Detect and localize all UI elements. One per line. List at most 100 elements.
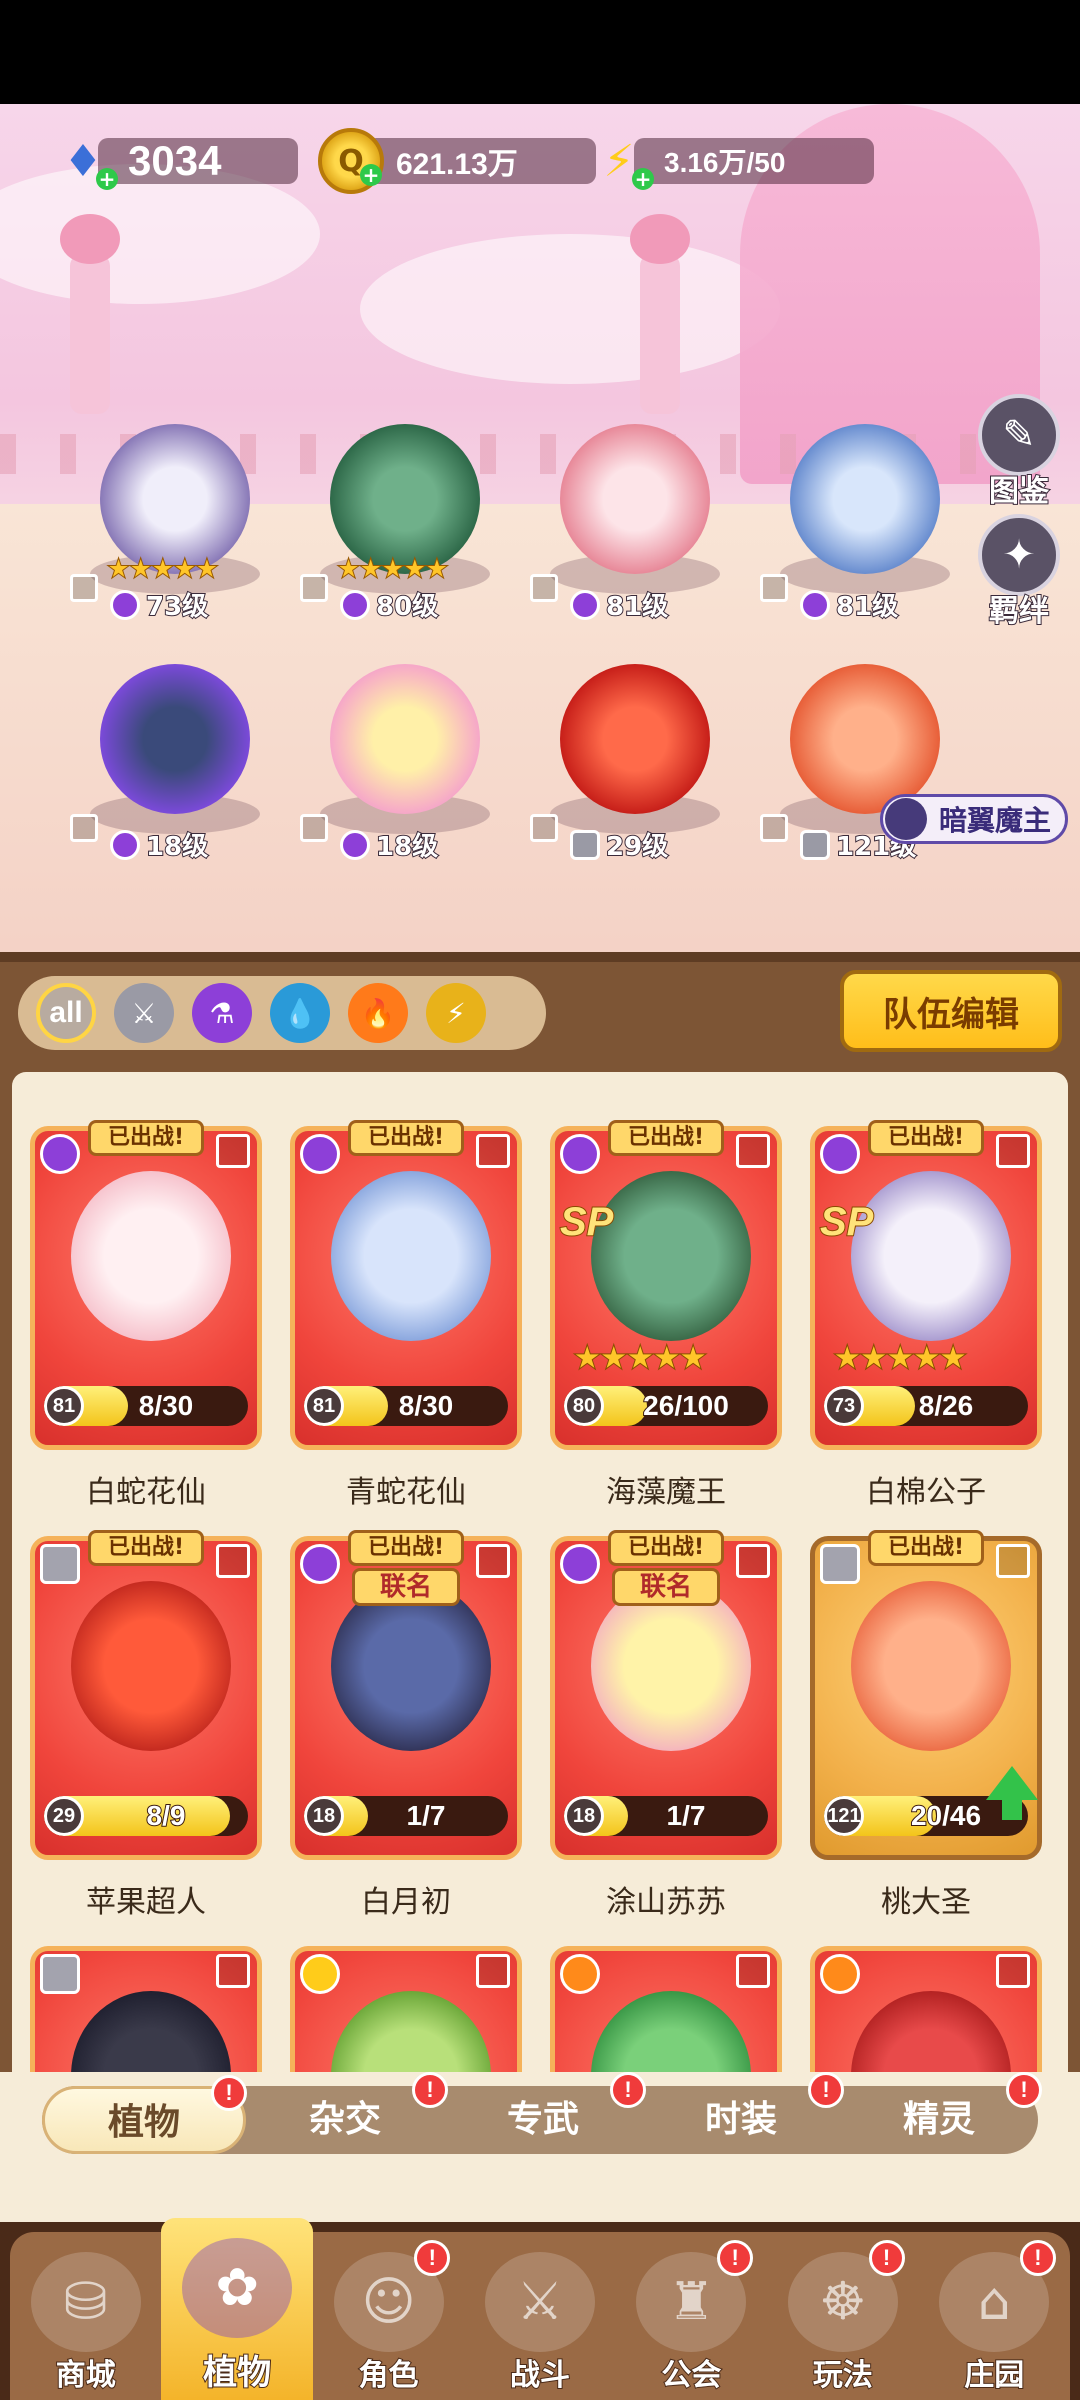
- bond-button[interactable]: ✦ 羁绊: [974, 514, 1064, 630]
- formation-slot[interactable]: 81级: [760, 424, 970, 624]
- flask-icon: [570, 589, 600, 620]
- unit-level: 18级: [110, 826, 209, 863]
- unit-level: 73级: [110, 586, 209, 623]
- plant-card[interactable]: 已出战! 29 8/9: [30, 1530, 262, 1860]
- nav-gameplay[interactable]: ☸ 玩法 !: [767, 2232, 918, 2400]
- star-rating: ★★★★★: [571, 1338, 708, 1379]
- unit-portrait: [790, 424, 940, 574]
- unit-level: 18级: [340, 826, 439, 863]
- plant-card[interactable]: 已出战! 联名 18 1/7: [550, 1530, 782, 1860]
- unit-portrait: [790, 664, 940, 814]
- filter-water-icon[interactable]: 💧: [270, 983, 330, 1043]
- shard-progress: 80 26/100: [564, 1386, 768, 1426]
- filter-all[interactable]: all: [36, 983, 96, 1043]
- grid-icon: [760, 814, 788, 842]
- card-portrait: [851, 1171, 1011, 1341]
- plant-card[interactable]: 已出战! SP ★★★★★ 73 8/26: [810, 1120, 1042, 1450]
- formation-slot[interactable]: 18级: [300, 664, 510, 864]
- plus-icon[interactable]: +: [632, 168, 654, 190]
- tab-plants[interactable]: 植物!: [42, 2075, 247, 2154]
- grid-icon: [300, 814, 328, 842]
- energy-resource[interactable]: ⚡ + 3.16万/50: [586, 132, 874, 190]
- plant-card[interactable]: 已出战! 121 20/46: [810, 1530, 1042, 1860]
- boss-tag[interactable]: 暗翼魔主: [879, 794, 1068, 844]
- card-portrait: [591, 1171, 751, 1341]
- plus-icon[interactable]: +: [360, 164, 382, 186]
- tab-costume[interactable]: 时装!: [642, 2072, 844, 2154]
- flask-icon: [820, 1134, 860, 1174]
- plant-card[interactable]: [290, 1940, 522, 2072]
- deployed-tag: 已出战!: [608, 1120, 724, 1156]
- deployed-tag: 已出战!: [608, 1530, 724, 1566]
- plant-card[interactable]: [550, 1940, 782, 2072]
- shard-progress: 121 20/46: [824, 1796, 1028, 1836]
- tab-hybrid[interactable]: 杂交!: [246, 2072, 448, 2154]
- star-icon: ✦: [978, 514, 1060, 596]
- team-edit-button[interactable]: 队伍编辑: [840, 970, 1062, 1052]
- slot-icon: [476, 1134, 510, 1168]
- shard-progress: 81 8/30: [44, 1386, 248, 1426]
- slot-icon: [736, 1954, 770, 1988]
- shard-progress: 81 8/30: [304, 1386, 508, 1426]
- deployed-tag: 已出战!: [88, 1530, 204, 1566]
- grid-icon: [70, 814, 98, 842]
- bottom-navigation: ⛁ 商城 ✿ 植物 ☺ 角色 ! ⚔ 战斗 ♜ 公会 ! ☸ 玩法 ! ⌂ 庄园: [0, 2218, 1080, 2400]
- book-icon: ✎: [978, 394, 1060, 476]
- alert-badge: !: [1019, 2240, 1056, 2276]
- slot-icon: [216, 1544, 250, 1578]
- filter-lightning-icon[interactable]: ⚡: [426, 983, 486, 1043]
- card-name: 海藻魔王: [606, 1475, 726, 1510]
- nav-plants[interactable]: ✿ 植物: [161, 2218, 313, 2400]
- formation-slot[interactable]: 81级: [530, 424, 740, 624]
- gems-resource[interactable]: ♦ + 3034: [50, 132, 298, 190]
- coins-resource[interactable]: Q + 621.13万: [318, 128, 596, 194]
- plant-card[interactable]: [810, 1940, 1042, 2072]
- card-portrait: [331, 1991, 491, 2072]
- plant-card[interactable]: 已出战! SP ★★★★★ 80 26/100: [550, 1120, 782, 1450]
- upgrade-arrow-icon[interactable]: [986, 1766, 1038, 1820]
- flask-icon: [560, 1544, 600, 1584]
- filter-sword-icon[interactable]: ⚔: [114, 983, 174, 1043]
- lightning-icon: [300, 1954, 340, 1994]
- formation-slot[interactable]: ★★★★★ 73级: [70, 424, 280, 624]
- alert-badge: !: [808, 2072, 844, 2108]
- nav-shop[interactable]: ⛁ 商城: [10, 2232, 161, 2400]
- card-name: 青蛇花仙: [346, 1475, 466, 1510]
- formation-slot[interactable]: 18级: [70, 664, 280, 864]
- deployed-tag: 已出战!: [348, 1120, 464, 1156]
- cloud-decoration: [360, 234, 780, 384]
- slot-icon: [736, 1544, 770, 1578]
- filter-flask-icon[interactable]: ⚗: [192, 983, 252, 1043]
- formation-slot[interactable]: ★★★★★ 80级: [300, 424, 510, 624]
- tab-spirit[interactable]: 精灵!: [840, 2072, 1042, 2154]
- formation-slot[interactable]: 29级: [530, 664, 740, 864]
- plus-icon[interactable]: +: [96, 168, 118, 190]
- nav-manor[interactable]: ⌂ 庄园 !: [919, 2232, 1070, 2400]
- plant-card[interactable]: 已出战! 81 8/30: [30, 1120, 262, 1450]
- sword-icon: [40, 1544, 80, 1584]
- plant-card[interactable]: 已出战! 联名 18 1/7: [290, 1530, 522, 1860]
- unit-level: 29级: [570, 826, 669, 863]
- card-portrait: [71, 1581, 231, 1751]
- coin-icon: Q +: [318, 128, 384, 194]
- alert-badge: !: [412, 2072, 448, 2108]
- tab-exclusive-weapon[interactable]: 专武!: [444, 2072, 646, 2154]
- collab-tag: 联名: [612, 1568, 720, 1606]
- plant-card[interactable]: [30, 1940, 262, 2072]
- alert-badge: !: [414, 2240, 451, 2276]
- nav-guild[interactable]: ♜ 公会 !: [616, 2232, 767, 2400]
- alert-badge: !: [868, 2240, 905, 2276]
- flask-icon: [560, 1134, 600, 1174]
- card-grid[interactable]: 已出战! 81 8/30 白蛇花仙 已出战! 81 8/30 青蛇花仙 已出战! S…: [12, 1072, 1068, 2072]
- filter-fire-icon[interactable]: 🔥: [348, 983, 408, 1043]
- nav-characters[interactable]: ☺ 角色 !: [313, 2232, 464, 2400]
- card-name: 白棉公子: [866, 1475, 986, 1510]
- flask-icon: [340, 829, 370, 860]
- sword-icon: [570, 829, 600, 860]
- nav-battle[interactable]: ⚔ 战斗: [464, 2232, 615, 2400]
- gems-count: 3034: [98, 137, 298, 184]
- fire-icon: [820, 1954, 860, 1994]
- plant-card[interactable]: 已出战! 81 8/30: [290, 1120, 522, 1450]
- card-portrait: [71, 1991, 231, 2072]
- codex-button[interactable]: ✎ 图鉴: [974, 394, 1064, 510]
